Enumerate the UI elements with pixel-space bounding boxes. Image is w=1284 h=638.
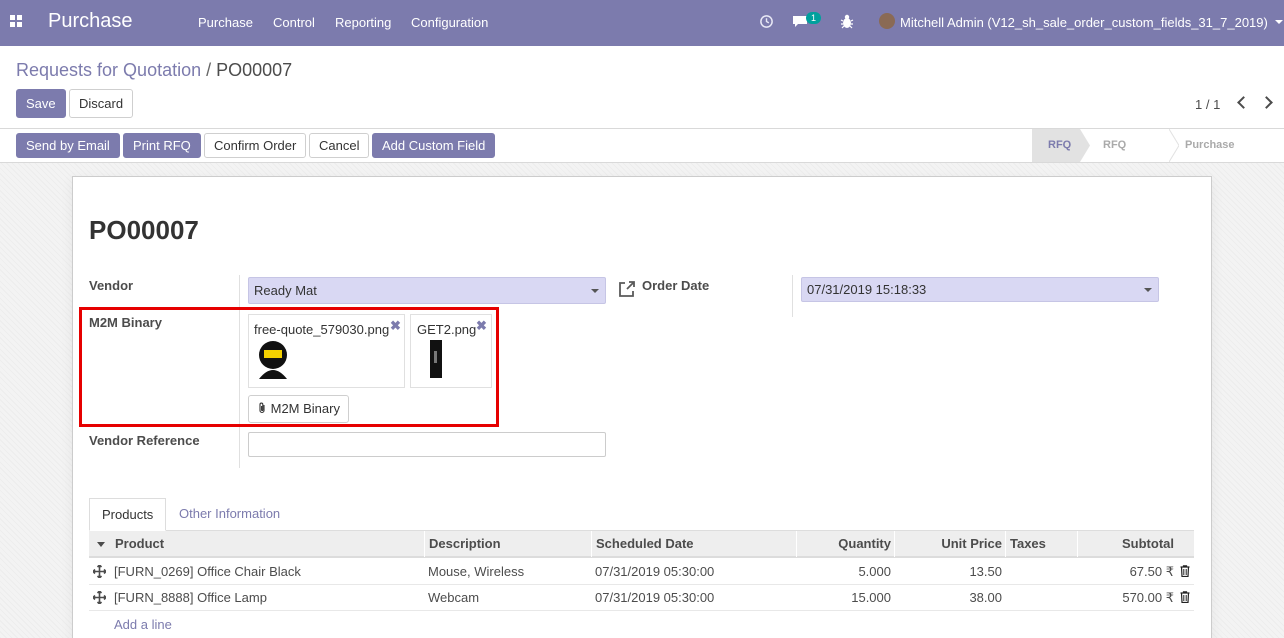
tab-other-information[interactable]: Other Information <box>167 498 292 531</box>
order-date-input[interactable]: 07/31/2019 15:18:33 <box>801 277 1159 302</box>
user-menu-caret-icon[interactable] <box>1275 20 1283 24</box>
user-avatar[interactable] <box>879 13 895 29</box>
messages-badge: 1 <box>806 12 822 24</box>
external-link-icon[interactable] <box>617 279 637 299</box>
cell-subtotal: 570.00 ₹ <box>1122 590 1174 605</box>
tab-products[interactable]: Products <box>89 498 167 531</box>
pager-value: 1 / 1 <box>1195 97 1221 112</box>
vendor-label: Vendor <box>89 278 134 293</box>
control-panel-divider <box>0 128 1284 129</box>
status-separator-icon <box>1169 129 1179 162</box>
table-row[interactable]: [FURN_8888] Office Lamp Webcam 07/31/201… <box>89 585 1194 611</box>
attachment-thumbnail-image <box>430 340 442 378</box>
vendor-reference-label: Vendor Reference <box>89 433 200 448</box>
paperclip-icon <box>259 402 265 414</box>
add-custom-field-button[interactable]: Add Custom Field <box>372 133 496 158</box>
pager-next-icon[interactable] <box>1260 96 1273 109</box>
column-header-scheduled-date[interactable]: Scheduled Date <box>591 531 797 557</box>
attachment-remove-icon[interactable]: ✖ <box>390 318 401 334</box>
cell-scheduled-date[interactable]: 07/31/2019 05:30:00 <box>591 585 718 610</box>
print-rfq-button[interactable]: Print RFQ <box>123 133 201 158</box>
m2m-binary-label: M2M Binary <box>89 315 162 330</box>
app-brand: Purchase <box>48 10 133 32</box>
menu-purchase[interactable]: Purchase <box>198 15 253 30</box>
vendor-value: Ready Mat <box>254 283 317 298</box>
menu-control[interactable]: Control <box>273 15 315 30</box>
menu-reporting[interactable]: Reporting <box>335 15 391 30</box>
cell-taxes[interactable] <box>1005 585 1078 610</box>
column-header-unit-price[interactable]: Unit Price <box>894 531 1006 557</box>
breadcrumb: Requests for Quotation / PO00007 <box>16 60 292 81</box>
attachment-remove-icon[interactable]: ✖ <box>476 318 487 334</box>
cell-quantity[interactable]: 15.000 <box>796 585 895 610</box>
column-header-description[interactable]: Description <box>424 531 592 557</box>
pager-previous-icon[interactable] <box>1237 96 1250 109</box>
top-navbar: Purchase Purchase Control Reporting Conf… <box>0 0 1284 46</box>
status-arrow-icon <box>1080 129 1090 162</box>
menu-configuration[interactable]: Configuration <box>411 15 488 30</box>
cell-unit-price[interactable]: 38.00 <box>894 585 1006 610</box>
table-row[interactable]: [FURN_0269] Office Chair Black Mouse, Wi… <box>89 559 1194 585</box>
attachment-thumbnail-image <box>259 341 287 379</box>
user-menu-name[interactable]: Mitchell Admin (V12_sh_sale_order_custom… <box>900 15 1268 30</box>
cell-product[interactable]: [FURN_0269] Office Chair Black <box>110 559 305 584</box>
column-header-product[interactable]: Product <box>111 531 425 557</box>
vendor-reference-input[interactable] <box>248 432 606 457</box>
status-step-purchase-order[interactable]: Purchase Order <box>1185 129 1235 184</box>
apps-grid-icon[interactable] <box>10 15 24 29</box>
order-lines-header: Product Description Scheduled Date Quant… <box>89 531 1194 558</box>
order-date-value: 07/31/2019 15:18:33 <box>807 282 927 297</box>
attachment-card[interactable]: free-quote_579030.png ✖ <box>248 314 405 388</box>
delete-line-trash-icon[interactable] <box>1180 565 1190 577</box>
order-date-caret-icon[interactable] <box>1144 288 1152 292</box>
delete-line-trash-icon[interactable] <box>1180 591 1190 603</box>
date-label-divider <box>792 275 793 317</box>
cell-scheduled-date[interactable]: 07/31/2019 05:30:00 <box>591 559 718 584</box>
attachment-card[interactable]: GET2.png ✖ <box>410 314 492 388</box>
confirm-order-button[interactable]: Confirm Order <box>204 133 307 158</box>
cell-description[interactable]: Webcam <box>424 585 483 610</box>
record-title: PO00007 <box>89 215 199 245</box>
send-by-email-button[interactable]: Send by Email <box>16 133 120 158</box>
cell-taxes[interactable] <box>1005 559 1078 584</box>
breadcrumb-parent[interactable]: Requests for Quotation <box>16 60 201 80</box>
cell-unit-price[interactable]: 13.50 <box>894 559 1006 584</box>
activity-clock-icon[interactable] <box>759 14 774 29</box>
breadcrumb-separator: / <box>206 60 212 80</box>
column-header-taxes[interactable]: Taxes <box>1005 531 1078 557</box>
breadcrumb-current: PO00007 <box>216 60 293 80</box>
column-header-quantity[interactable]: Quantity <box>796 531 895 557</box>
attachment-name: GET2.png <box>417 322 477 337</box>
vendor-dropdown-caret-icon[interactable] <box>591 289 599 293</box>
vendor-select[interactable]: Ready Mat <box>248 277 606 304</box>
save-button[interactable]: Save <box>16 89 66 118</box>
sort-caret-icon[interactable] <box>97 542 105 547</box>
status-step-rfq[interactable]: RFQ <box>1032 129 1080 162</box>
cell-description[interactable]: Mouse, Wireless <box>424 559 528 584</box>
discard-button[interactable]: Discard <box>69 89 134 118</box>
drag-handle-icon[interactable] <box>93 591 106 604</box>
column-header-subtotal[interactable]: Subtotal <box>1077 531 1178 557</box>
drag-handle-icon[interactable] <box>93 565 106 578</box>
m2m-binary-upload-button[interactable]: M2M Binary <box>248 395 349 423</box>
order-date-label: Order Date <box>642 278 710 293</box>
attachment-name: free-quote_579030.png <box>254 322 390 337</box>
cell-quantity[interactable]: 5.000 <box>796 559 895 584</box>
cell-product[interactable]: [FURN_8888] Office Lamp <box>110 585 271 610</box>
add-line-link[interactable]: Add a line <box>114 617 172 632</box>
m2m-binary-button-label: M2M Binary <box>270 401 340 416</box>
cell-subtotal: 67.50 ₹ <box>1129 564 1174 579</box>
cancel-button[interactable]: Cancel <box>309 133 370 158</box>
debug-bug-icon[interactable] <box>840 14 854 29</box>
status-step-rfq-sent[interactable]: RFQ Sent <box>1103 129 1127 184</box>
